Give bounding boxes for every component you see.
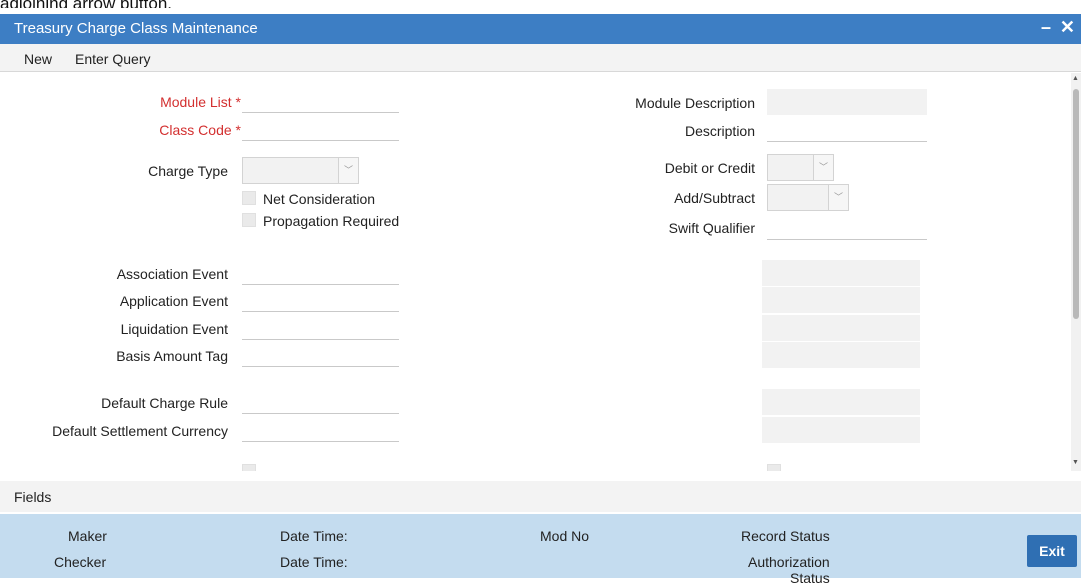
toolbar: New Enter Query [0,44,1081,72]
application-event-label: Application Event [119,293,228,309]
enter-query-button[interactable]: Enter Query [75,51,150,67]
authorization-label: Authorization [748,554,830,570]
propagation-required-label: Propagation Required [263,213,400,229]
module-description-field [767,89,927,115]
default-settlement-currency-desc [762,417,920,443]
status-label: Status [790,570,830,586]
association-event-input[interactable] [242,259,399,285]
liquidation-event-input[interactable] [242,314,399,340]
charge-type-label: Charge Type [148,163,228,179]
propagation-required-checkbox[interactable] [242,213,256,227]
minimize-icon[interactable]: – [1041,17,1051,38]
liquidation-event-label: Liquidation Event [120,321,228,337]
application-event-desc [762,287,920,313]
class-code-input[interactable] [242,115,399,141]
form-content: Module List * Class Code * Charge Type ﹀… [0,73,1071,471]
module-list-label: Module List * [160,94,241,110]
scrollbar-thumb[interactable] [1073,89,1079,319]
charge-type-select[interactable]: ﹀ [242,157,359,184]
mod-no-label: Mod No [540,528,590,544]
default-charge-rule-label: Default Charge Rule [101,395,228,411]
cut-off-checkbox[interactable] [242,464,256,471]
chevron-down-icon: ﹀ [828,185,848,210]
close-icon[interactable]: ✕ [1060,17,1075,38]
new-button[interactable]: New [24,51,52,67]
basis-amount-tag-label: Basis Amount Tag [116,348,228,364]
add-subtract-select[interactable]: ﹀ [767,184,849,211]
window-title: Treasury Charge Class Maintenance [14,20,258,37]
chevron-down-icon: ﹀ [338,158,358,183]
description-label: Description [684,123,755,139]
checker-label: Checker [54,554,107,570]
partial-instruction-text: adjoining arrow button. [0,0,172,8]
maker-label: Maker [68,528,107,544]
maker-date-time-label: Date Time: [280,528,348,544]
scroll-down-icon[interactable]: ▼ [1072,459,1079,466]
default-charge-rule-desc [762,389,920,415]
default-settlement-currency-input[interactable] [242,416,399,442]
checker-date-time-label: Date Time: [280,554,348,570]
module-list-input[interactable] [242,87,399,113]
swift-qualifier-input[interactable] [767,214,927,240]
fields-tab-bar: Fields [0,481,1081,512]
vertical-scrollbar[interactable]: ▲ ▼ [1071,73,1081,471]
basis-amount-tag-desc [762,342,920,368]
association-event-desc [762,260,920,286]
chevron-down-icon: ﹀ [813,155,833,180]
add-subtract-label: Add/Subtract [674,190,755,206]
debit-or-credit-label: Debit or Credit [664,160,755,176]
liquidation-event-desc [762,315,920,341]
window-titlebar: Treasury Charge Class Maintenance – ✕ [0,14,1081,44]
net-consideration-checkbox[interactable] [242,191,256,205]
exit-button[interactable]: Exit [1027,535,1077,567]
debit-or-credit-select[interactable]: ﹀ [767,154,834,181]
net-consideration-label: Net Consideration [263,191,376,207]
scroll-up-icon[interactable]: ▲ [1072,75,1079,82]
module-description-label: Module Description [635,95,755,111]
default-charge-rule-input[interactable] [242,388,399,414]
class-code-label: Class Code * [159,122,241,138]
application-event-input[interactable] [242,286,399,312]
association-event-label: Association Event [116,266,228,282]
cut-off-checkbox-right[interactable] [767,464,781,471]
audit-panel: Maker Checker Date Time: Date Time: Mod … [0,514,1081,586]
basis-amount-tag-input[interactable] [242,341,399,367]
description-input[interactable] [767,116,927,142]
swift-qualifier-label: Swift Qualifier [668,220,755,236]
default-settlement-currency-label: Default Settlement Currency [52,423,228,439]
fields-tab[interactable]: Fields [14,489,51,505]
record-status-label: Record Status [741,528,830,544]
